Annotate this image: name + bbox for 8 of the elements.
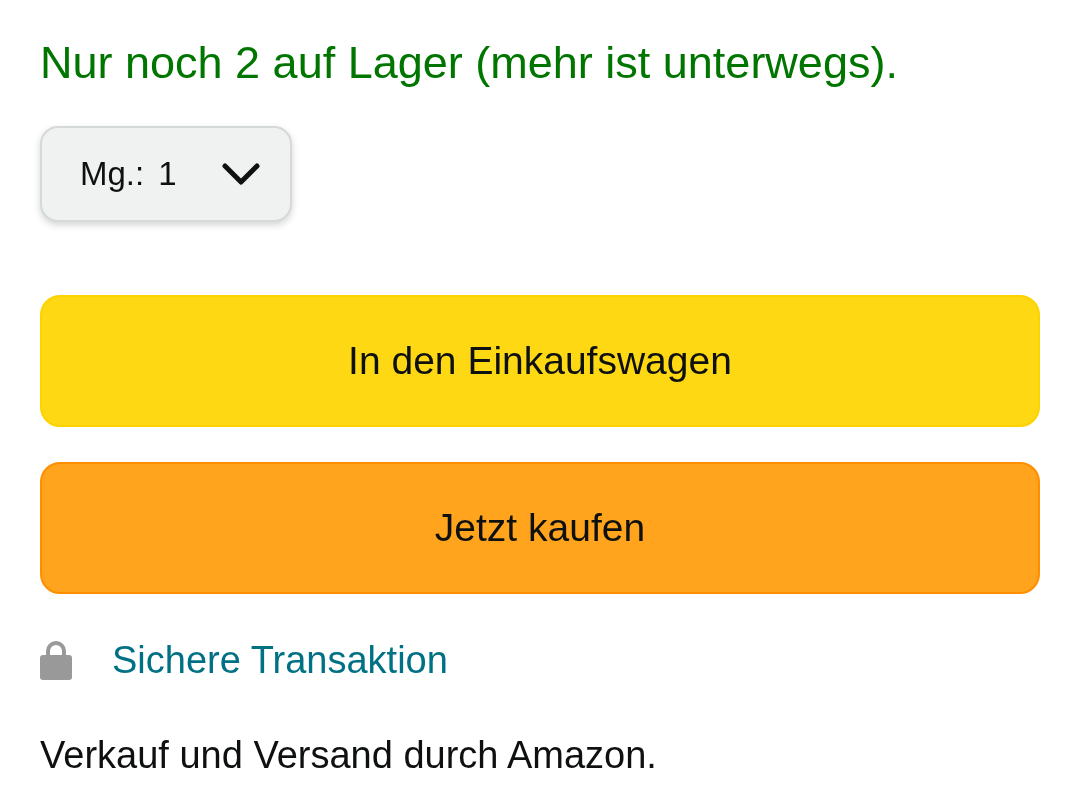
quantity-dropdown[interactable]: Mg.: 1 — [40, 126, 292, 222]
lock-icon — [40, 640, 72, 680]
chevron-down-icon — [222, 163, 260, 185]
buy-now-button[interactable]: Jetzt kaufen — [40, 462, 1040, 594]
add-to-cart-button[interactable]: In den Einkaufswagen — [40, 295, 1040, 427]
seller-text: Verkauf und Versand durch Amazon. — [40, 733, 658, 778]
secure-transaction-link[interactable]: Sichere Transaktion — [112, 631, 448, 689]
availability-text: Nur noch 2 auf Lager (mehr ist unterwegs). — [40, 36, 899, 89]
